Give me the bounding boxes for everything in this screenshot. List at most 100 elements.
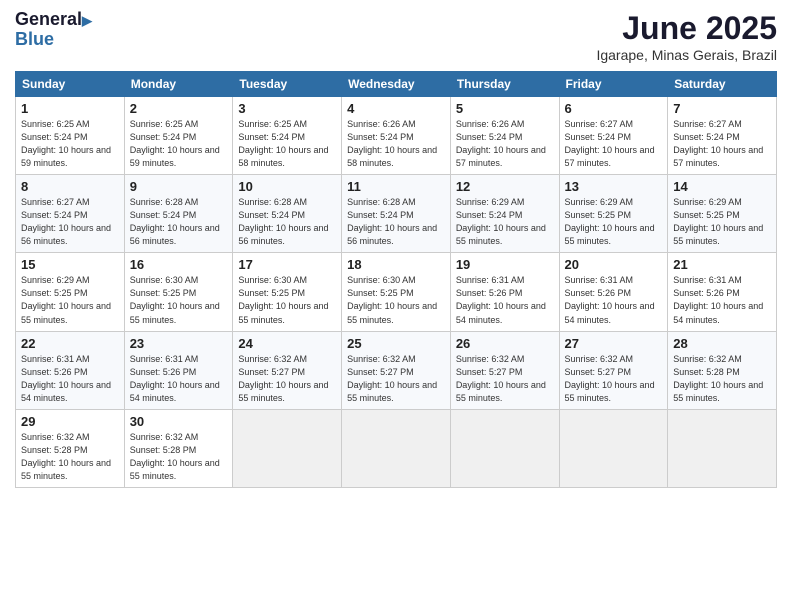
location: Igarape, Minas Gerais, Brazil <box>596 47 777 63</box>
cell-info: Sunrise: 6:29 AMSunset: 5:25 PMDaylight:… <box>673 196 771 248</box>
calendar-week-row: 29 Sunrise: 6:32 AMSunset: 5:28 PMDayligh… <box>16 409 777 487</box>
calendar-week-row: 1 Sunrise: 6:25 AMSunset: 5:24 PMDaylight… <box>16 97 777 175</box>
cell-info: Sunrise: 6:29 AMSunset: 5:24 PMDaylight:… <box>456 196 554 248</box>
cell-info: Sunrise: 6:31 AMSunset: 5:26 PMDaylight:… <box>130 353 228 405</box>
cell-info: Sunrise: 6:32 AMSunset: 5:27 PMDaylight:… <box>238 353 336 405</box>
table-row: 19Sunrise: 6:31 AMSunset: 5:26 PMDayligh… <box>450 253 559 331</box>
day-number: 1 <box>21 101 119 116</box>
table-row: 22 Sunrise: 6:31 AMSunset: 5:26 PMDayligh… <box>16 331 125 409</box>
table-row <box>559 409 668 487</box>
day-number: 16 <box>130 257 228 272</box>
day-number: 29 <box>21 414 119 429</box>
day-number: 18 <box>347 257 445 272</box>
cell-info: Sunrise: 6:28 AMSunset: 5:24 PMDaylight:… <box>347 196 445 248</box>
day-number: 30 <box>130 414 228 429</box>
day-number: 11 <box>347 179 445 194</box>
cell-info: Sunrise: 6:27 AMSunset: 5:24 PMDaylight:… <box>21 196 119 248</box>
month-title: June 2025 <box>596 10 777 47</box>
table-row: 1 Sunrise: 6:25 AMSunset: 5:24 PMDaylight… <box>16 97 125 175</box>
calendar-body: 1 Sunrise: 6:25 AMSunset: 5:24 PMDaylight… <box>16 97 777 488</box>
table-row: 17Sunrise: 6:30 AMSunset: 5:25 PMDayligh… <box>233 253 342 331</box>
table-row: 16Sunrise: 6:30 AMSunset: 5:25 PMDayligh… <box>124 253 233 331</box>
cell-info: Sunrise: 6:32 AMSunset: 5:27 PMDaylight:… <box>456 353 554 405</box>
table-row: 29 Sunrise: 6:32 AMSunset: 5:28 PMDayligh… <box>16 409 125 487</box>
table-row: 23 Sunrise: 6:31 AMSunset: 5:26 PMDayligh… <box>124 331 233 409</box>
cell-info: Sunrise: 6:25 AMSunset: 5:24 PMDaylight:… <box>21 118 119 170</box>
cell-info: Sunrise: 6:31 AMSunset: 5:26 PMDaylight:… <box>673 274 771 326</box>
cell-info: Sunrise: 6:32 AMSunset: 5:28 PMDaylight:… <box>21 431 119 483</box>
logo-general: General <box>15 9 82 29</box>
table-row: 18 Sunrise: 6:30 AMSunset: 5:25 PMDayligh… <box>342 253 451 331</box>
cell-info: Sunrise: 6:25 AMSunset: 5:24 PMDaylight:… <box>238 118 336 170</box>
cell-info: Sunrise: 6:32 AMSunset: 5:28 PMDaylight:… <box>130 431 228 483</box>
table-row: 27 Sunrise: 6:32 AMSunset: 5:27 PMDayligh… <box>559 331 668 409</box>
day-number: 21 <box>673 257 771 272</box>
day-number: 25 <box>347 336 445 351</box>
table-row: 24 Sunrise: 6:32 AMSunset: 5:27 PMDayligh… <box>233 331 342 409</box>
day-number: 27 <box>565 336 663 351</box>
day-number: 9 <box>130 179 228 194</box>
table-row: 3 Sunrise: 6:25 AMSunset: 5:24 PMDaylight… <box>233 97 342 175</box>
table-row: 25 Sunrise: 6:32 AMSunset: 5:27 PMDayligh… <box>342 331 451 409</box>
cell-info: Sunrise: 6:32 AMSunset: 5:27 PMDaylight:… <box>565 353 663 405</box>
table-row <box>233 409 342 487</box>
day-number: 22 <box>21 336 119 351</box>
col-monday: Monday <box>124 72 233 97</box>
day-number: 2 <box>130 101 228 116</box>
header: General▶ Blue June 2025 Igarape, Minas G… <box>15 10 777 63</box>
cell-info: Sunrise: 6:28 AMSunset: 5:24 PMDaylight:… <box>238 196 336 248</box>
cell-info: Sunrise: 6:32 AMSunset: 5:28 PMDaylight:… <box>673 353 771 405</box>
table-row <box>668 409 777 487</box>
table-row: 5 Sunrise: 6:26 AMSunset: 5:24 PMDaylight… <box>450 97 559 175</box>
day-number: 12 <box>456 179 554 194</box>
day-number: 19 <box>456 257 554 272</box>
calendar-week-row: 15 Sunrise: 6:29 AMSunset: 5:25 PMDayligh… <box>16 253 777 331</box>
cell-info: Sunrise: 6:32 AMSunset: 5:27 PMDaylight:… <box>347 353 445 405</box>
cell-info: Sunrise: 6:26 AMSunset: 5:24 PMDaylight:… <box>456 118 554 170</box>
table-row: 7Sunrise: 6:27 AMSunset: 5:24 PMDaylight… <box>668 97 777 175</box>
day-number: 26 <box>456 336 554 351</box>
table-row: 30 Sunrise: 6:32 AMSunset: 5:28 PMDayligh… <box>124 409 233 487</box>
day-number: 15 <box>21 257 119 272</box>
day-number: 4 <box>347 101 445 116</box>
col-tuesday: Tuesday <box>233 72 342 97</box>
col-saturday: Saturday <box>668 72 777 97</box>
table-row: 11 Sunrise: 6:28 AMSunset: 5:24 PMDayligh… <box>342 175 451 253</box>
calendar-week-row: 22 Sunrise: 6:31 AMSunset: 5:26 PMDayligh… <box>16 331 777 409</box>
table-row: 12 Sunrise: 6:29 AMSunset: 5:24 PMDayligh… <box>450 175 559 253</box>
title-block: June 2025 Igarape, Minas Gerais, Brazil <box>596 10 777 63</box>
day-number: 6 <box>565 101 663 116</box>
table-row: 13 Sunrise: 6:29 AMSunset: 5:25 PMDayligh… <box>559 175 668 253</box>
table-row: 21 Sunrise: 6:31 AMSunset: 5:26 PMDayligh… <box>668 253 777 331</box>
cell-info: Sunrise: 6:31 AMSunset: 5:26 PMDaylight:… <box>21 353 119 405</box>
day-number: 10 <box>238 179 336 194</box>
day-number: 3 <box>238 101 336 116</box>
cell-info: Sunrise: 6:28 AMSunset: 5:24 PMDaylight:… <box>130 196 228 248</box>
table-row: 8 Sunrise: 6:27 AMSunset: 5:24 PMDaylight… <box>16 175 125 253</box>
day-number: 13 <box>565 179 663 194</box>
cell-info: Sunrise: 6:29 AMSunset: 5:25 PMDaylight:… <box>21 274 119 326</box>
day-number: 8 <box>21 179 119 194</box>
logo-blue: ▶ <box>82 13 92 28</box>
page: General▶ Blue June 2025 Igarape, Minas G… <box>0 0 792 612</box>
calendar-week-row: 8 Sunrise: 6:27 AMSunset: 5:24 PMDaylight… <box>16 175 777 253</box>
day-number: 14 <box>673 179 771 194</box>
logo-blue-text: Blue <box>15 30 92 48</box>
logo: General▶ Blue <box>15 10 92 48</box>
cell-info: Sunrise: 6:30 AMSunset: 5:25 PMDaylight:… <box>347 274 445 326</box>
day-number: 24 <box>238 336 336 351</box>
calendar-table: Sunday Monday Tuesday Wednesday Thursday… <box>15 71 777 488</box>
day-number: 17 <box>238 257 336 272</box>
cell-info: Sunrise: 6:29 AMSunset: 5:25 PMDaylight:… <box>565 196 663 248</box>
table-row: 15 Sunrise: 6:29 AMSunset: 5:25 PMDayligh… <box>16 253 125 331</box>
table-row: 26 Sunrise: 6:32 AMSunset: 5:27 PMDayligh… <box>450 331 559 409</box>
col-friday: Friday <box>559 72 668 97</box>
table-row <box>450 409 559 487</box>
day-number: 5 <box>456 101 554 116</box>
table-row: 14 Sunrise: 6:29 AMSunset: 5:25 PMDayligh… <box>668 175 777 253</box>
table-row: 6 Sunrise: 6:27 AMSunset: 5:24 PMDaylight… <box>559 97 668 175</box>
logo-text: General▶ Blue <box>15 10 92 48</box>
day-number: 28 <box>673 336 771 351</box>
day-number: 23 <box>130 336 228 351</box>
cell-info: Sunrise: 6:27 AMSunset: 5:24 PMDaylight:… <box>565 118 663 170</box>
